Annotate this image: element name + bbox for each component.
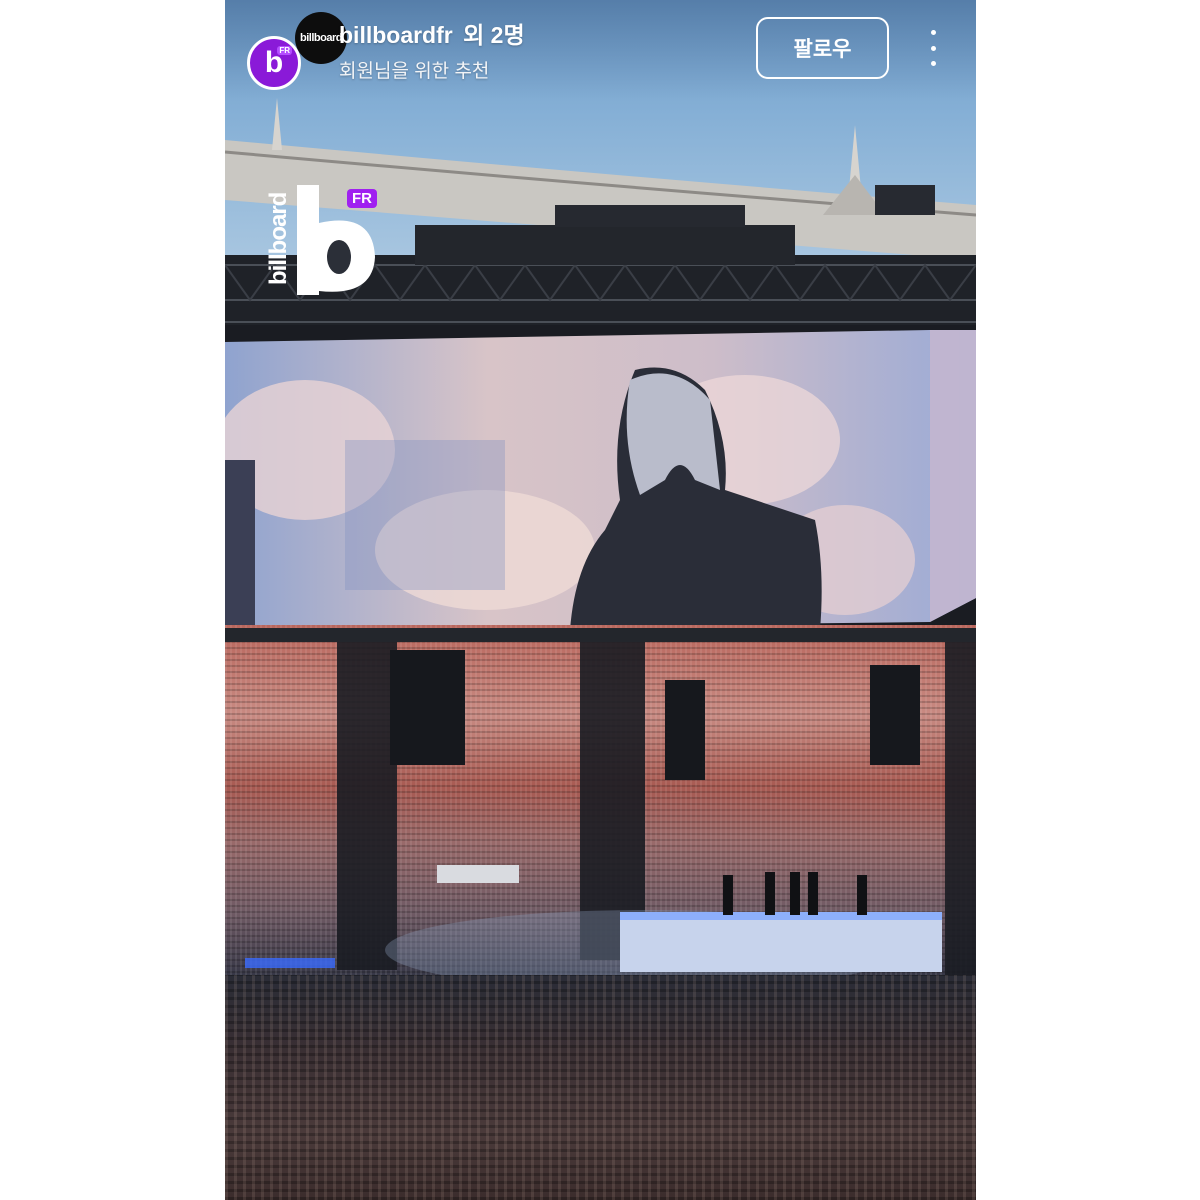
watermark-fr-tag: FR — [347, 189, 377, 208]
post-header: billboard b FR billboardfr 외 2명 회원님을 위한 … — [225, 0, 976, 100]
crowd — [225, 975, 976, 1200]
avatar-back-text: billboard — [300, 32, 342, 44]
more-options-icon[interactable] — [921, 30, 945, 66]
avatar-billboardfr[interactable]: b FR — [247, 36, 301, 90]
avatar-front-tag: FR — [277, 46, 292, 55]
account-line[interactable]: billboardfr 외 2명 — [339, 16, 525, 50]
watermark-word: billboard — [265, 192, 292, 286]
billboard-fr-watermark: billboard FR — [265, 183, 385, 298]
collaborators-count[interactable]: 외 2명 — [463, 22, 525, 48]
follow-button[interactable]: 팔로우 — [756, 17, 889, 79]
collab-avatars[interactable]: billboard b FR — [247, 12, 347, 92]
suggested-for-you-label: 회원님을 위한 추천 — [339, 61, 490, 82]
account-name[interactable]: billboardfr — [339, 22, 453, 48]
reel-post[interactable]: billboard FR billboard b FR billboardfr … — [225, 0, 976, 1200]
